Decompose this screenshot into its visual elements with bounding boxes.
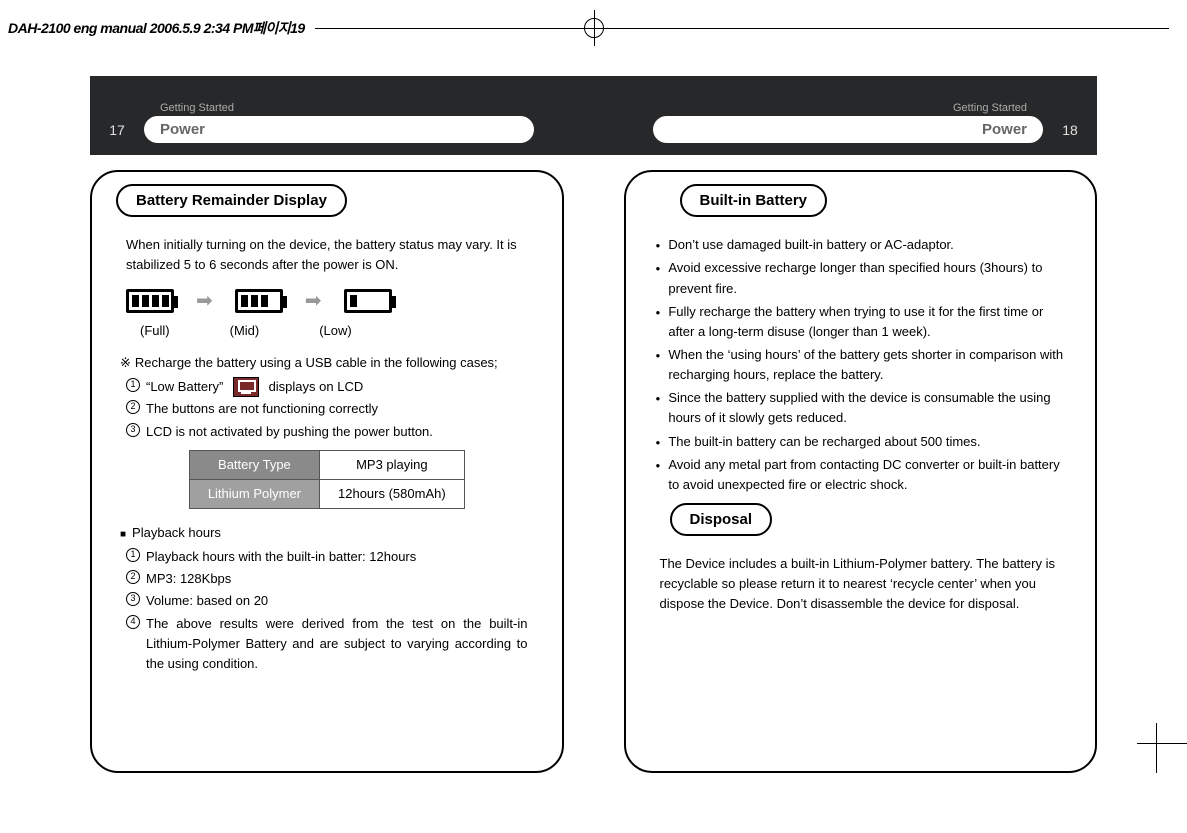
battery-mid-label: (Mid) bbox=[230, 321, 260, 341]
list-item: Since the battery supplied with the devi… bbox=[656, 388, 1066, 428]
recharge-note: Recharge the battery using a USB cable i… bbox=[120, 353, 534, 373]
print-header-rule bbox=[315, 28, 1169, 29]
list-item: Avoid excessive recharge longer than spe… bbox=[656, 258, 1066, 298]
right-panel: Built-in Battery Don’t use damaged built… bbox=[624, 170, 1098, 773]
arrow-right-icon: ➡ bbox=[305, 286, 322, 317]
list-item: 2The buttons are not functioning correct… bbox=[126, 399, 528, 419]
section-title-right: Power bbox=[982, 121, 1027, 138]
battery-full-icon bbox=[126, 289, 174, 313]
list-item: Don’t use damaged built-in battery or AC… bbox=[656, 235, 1066, 255]
list-item: When the ‘using hours’ of the battery ge… bbox=[656, 345, 1066, 385]
low-battery-prefix: “Low Battery” bbox=[146, 379, 223, 394]
section-pill-left: Power bbox=[144, 116, 534, 143]
print-header-title: DAH-2100 eng manual 2006.5.9 2:34 PM페이지1… bbox=[8, 18, 305, 38]
header-band: 17 Getting Started Power Getting Started… bbox=[90, 76, 1097, 155]
list-item: Avoid any metal part from contacting DC … bbox=[656, 455, 1066, 495]
table-cell: Lithium Polymer bbox=[189, 479, 319, 508]
section-title-left: Power bbox=[160, 121, 205, 138]
recharge-case-list: 1 “Low Battery” displays on LCD 2The but… bbox=[126, 377, 528, 442]
battery-status-row: ➡ ➡ bbox=[126, 286, 538, 317]
table-header: Battery Type bbox=[189, 450, 319, 479]
list-item: Fully recharge the battery when trying t… bbox=[656, 302, 1066, 342]
crop-mark-icon bbox=[1127, 713, 1187, 773]
heading-disposal: Disposal bbox=[670, 503, 773, 536]
low-battery-icon bbox=[233, 377, 259, 397]
table-cell: 12hours (580mAh) bbox=[320, 479, 465, 508]
low-battery-suffix: displays on LCD bbox=[269, 379, 364, 394]
battery-labels: (Full) (Mid) (Low) bbox=[140, 321, 538, 341]
arrow-right-icon: ➡ bbox=[196, 286, 213, 317]
battery-full-label: (Full) bbox=[140, 321, 170, 341]
list-item: 3LCD is not activated by pushing the pow… bbox=[126, 422, 528, 442]
page-number-right: 18 bbox=[1055, 116, 1085, 143]
playback-hours-title: Playback hours bbox=[120, 523, 538, 543]
registration-mark-icon bbox=[574, 10, 614, 46]
battery-mid-icon bbox=[235, 289, 283, 313]
list-item: The built-in battery can be recharged ab… bbox=[656, 432, 1066, 452]
battery-intro-text: When initially turning on the device, th… bbox=[126, 235, 528, 275]
table-cell: MP3 playing bbox=[320, 450, 465, 479]
disposal-text: The Device includes a built-in Lithium-P… bbox=[660, 554, 1062, 614]
heading-battery-remainder: Battery Remainder Display bbox=[116, 184, 347, 217]
battery-low-label: (Low) bbox=[319, 321, 352, 341]
list-item: 1Playback hours with the built-in batter… bbox=[126, 547, 528, 567]
breadcrumb-left: Getting Started bbox=[144, 102, 534, 114]
left-panel: Battery Remainder Display When initially… bbox=[90, 170, 564, 773]
heading-built-in-battery: Built-in Battery bbox=[680, 184, 828, 217]
list-item: 3Volume: based on 20 bbox=[126, 591, 528, 611]
page-number-left: 17 bbox=[102, 116, 132, 143]
battery-warning-list: Don’t use damaged built-in battery or AC… bbox=[656, 235, 1066, 495]
breadcrumb-right: Getting Started bbox=[653, 102, 1043, 114]
list-item: 4The above results were derived from the… bbox=[126, 614, 528, 674]
playback-list: 1Playback hours with the built-in batter… bbox=[126, 547, 528, 674]
list-item: 1 “Low Battery” displays on LCD bbox=[126, 377, 528, 398]
battery-spec-table: Battery Type MP3 playing Lithium Polymer… bbox=[189, 450, 465, 509]
section-pill-right: Power bbox=[653, 116, 1043, 143]
list-item: 2MP3: 128Kbps bbox=[126, 569, 528, 589]
battery-low-icon bbox=[344, 289, 392, 313]
